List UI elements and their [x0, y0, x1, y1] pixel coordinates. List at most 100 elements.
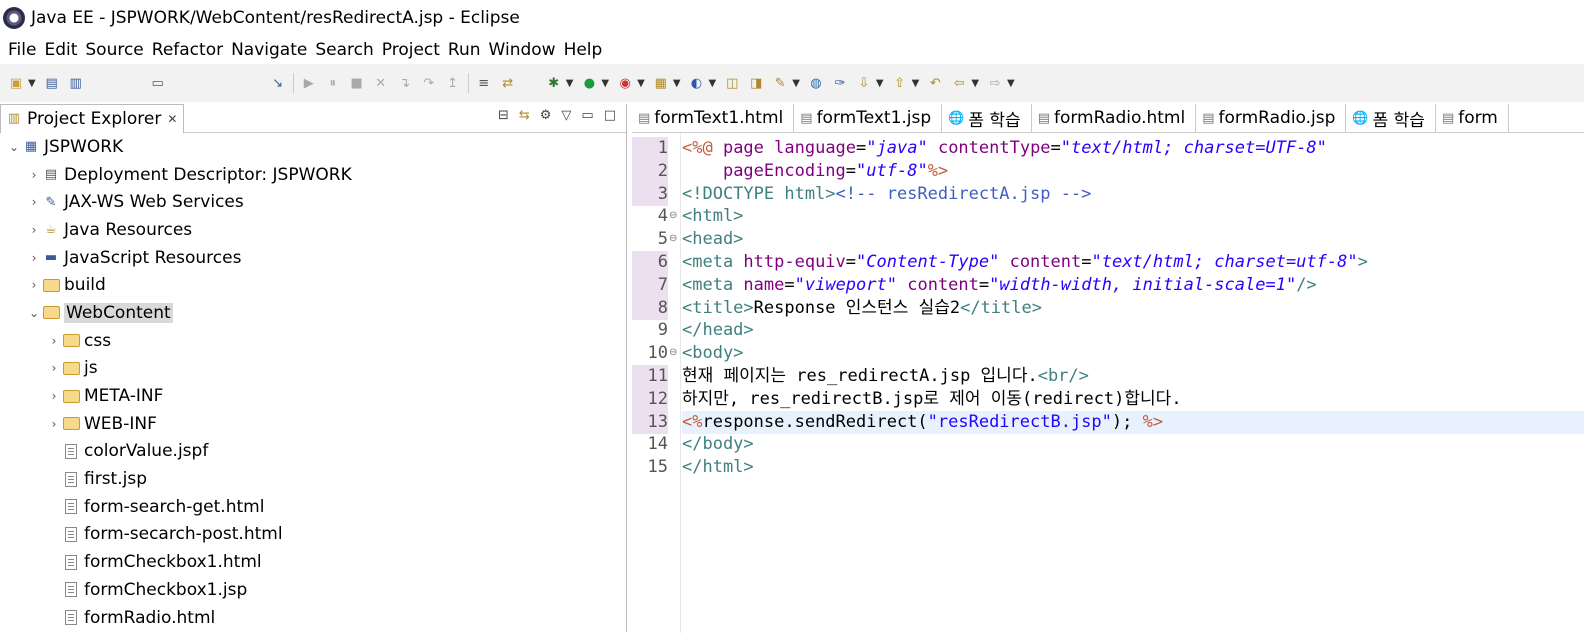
menu-edit[interactable]: Edit — [44, 40, 77, 60]
chevron-right-icon[interactable]: › — [26, 168, 42, 182]
new-dropdown-icon[interactable]: ▼ — [28, 78, 36, 89]
drop-to-frame-icon[interactable]: ⇄ — [498, 73, 518, 93]
filter-icon[interactable]: ⚙ — [540, 108, 552, 123]
debug-dropdown-icon[interactable]: ▼ — [566, 78, 574, 89]
chevron-right-icon[interactable]: › — [26, 223, 42, 237]
editor-tab[interactable]: 🌐 폼 학습 — [942, 104, 1032, 132]
tree-item[interactable]: › ▬ JavaScript Resources — [0, 244, 626, 272]
tree-item[interactable]: › ▤ Deployment Descriptor: JSPWORK — [0, 161, 626, 189]
chevron-down-icon[interactable]: ⌄ — [26, 306, 42, 320]
forward-dropdown-icon[interactable]: ▼ — [1007, 78, 1015, 89]
resume-icon[interactable]: ▶ — [299, 73, 319, 93]
chevron-right-icon[interactable]: › — [26, 251, 42, 265]
menu-window[interactable]: Window — [489, 40, 556, 60]
view-menu-icon[interactable]: ▽ — [561, 108, 571, 123]
tree-item[interactable]: › js — [0, 355, 626, 383]
maximize-icon[interactable]: □ — [604, 108, 616, 123]
menu-file[interactable]: File — [8, 40, 36, 60]
skip-breakpoints-icon[interactable]: ↘ — [268, 73, 288, 93]
step-over-icon[interactable]: ↷ — [419, 73, 439, 93]
tree-item[interactable]: form-secarch-post.html — [0, 521, 626, 549]
tree-item[interactable]: ⌄ ▦ JSPWORK — [0, 133, 626, 161]
prev-annotation-dropdown-icon[interactable]: ▼ — [912, 78, 920, 89]
editor-tab[interactable]: ▤ form — [1436, 104, 1509, 132]
prev-annotation-icon[interactable]: ⇧ — [890, 73, 910, 93]
fold-icon[interactable]: ⊖ — [669, 347, 677, 358]
run-dropdown-icon[interactable]: ▼ — [601, 78, 609, 89]
chevron-right-icon[interactable]: › — [46, 417, 62, 431]
step-return-icon[interactable]: ↥ — [443, 73, 463, 93]
fold-icon[interactable]: ⊖ — [669, 210, 677, 221]
tree-item[interactable]: first.jsp — [0, 465, 626, 493]
save-icon[interactable]: ▤ — [42, 73, 62, 93]
open-folder-icon[interactable]: ◨ — [746, 73, 766, 93]
editor-tab[interactable]: ▤ formText1.html — [632, 104, 795, 132]
tree-item[interactable]: form-search-get.html — [0, 493, 626, 521]
code-editor[interactable]: 1 2 3 4 ⊖ 5 ⊖ 6 7 8 9 10 ⊖ 11 12 13 14 15 <%@ page langua… — [632, 133, 1584, 633]
last-edit-icon[interactable]: ↶ — [925, 73, 945, 93]
back-icon[interactable]: ⇦ — [949, 73, 969, 93]
code-line: <!DOCTYPE html><!-- resRedirectA.jsp --> — [682, 183, 1091, 206]
editor-tab[interactable]: ▤ formRadio.html — [1032, 104, 1197, 132]
menu-refactor[interactable]: Refactor — [152, 40, 223, 60]
menu-run[interactable]: Run — [448, 40, 481, 60]
new-icon[interactable]: ▣ — [6, 73, 26, 93]
editor-tab[interactable]: ▤ formText1.jsp — [794, 104, 943, 132]
open-type-icon[interactable]: ◫ — [722, 73, 742, 93]
menu-help[interactable]: Help — [564, 40, 603, 60]
new-java-dropdown-icon[interactable]: ▼ — [673, 78, 681, 89]
fold-icon[interactable]: ⊖ — [669, 233, 677, 244]
tree-item[interactable]: formCheckbox1.html — [0, 548, 626, 576]
project-explorer-tab[interactable]: ▥ Project Explorer ✕ — [0, 103, 185, 133]
next-annotation-dropdown-icon[interactable]: ▼ — [876, 78, 884, 89]
chevron-right-icon[interactable]: › — [26, 278, 42, 292]
chevron-right-icon[interactable]: › — [46, 334, 62, 348]
editor-tab[interactable]: ▤ formRadio.jsp — [1196, 104, 1347, 132]
terminate-icon[interactable]: ■ — [347, 73, 367, 93]
tree-item[interactable]: › build — [0, 271, 626, 299]
disconnect-icon[interactable]: ✕ — [371, 73, 391, 93]
search-tool-icon[interactable]: ✎ — [770, 73, 790, 93]
next-annotation-icon[interactable]: ⇩ — [854, 73, 874, 93]
debug-icon[interactable]: ✱ — [544, 73, 564, 93]
menu-project[interactable]: Project — [382, 40, 440, 60]
menu-search[interactable]: Search — [315, 40, 373, 60]
tree-item[interactable]: formCheckbox1.jsp — [0, 576, 626, 604]
use-step-filters-icon[interactable]: ≡ — [474, 73, 494, 93]
run-icon[interactable]: ● — [579, 73, 599, 93]
chevron-down-icon[interactable]: ⌄ — [6, 140, 22, 154]
chevron-right-icon[interactable]: › — [46, 389, 62, 403]
tree-item[interactable]: › ✎ JAX-WS Web Services — [0, 188, 626, 216]
save-all-icon[interactable]: ▥ — [66, 73, 86, 93]
chevron-right-icon[interactable]: › — [46, 361, 62, 375]
suspend-icon[interactable]: ⏸ — [323, 73, 343, 93]
menu-source[interactable]: Source — [85, 40, 143, 60]
new-class-dropdown-icon[interactable]: ▼ — [709, 78, 717, 89]
open-console-icon[interactable]: ▭ — [148, 73, 168, 93]
minimize-icon[interactable]: ▭ — [581, 108, 593, 123]
annotation-icon[interactable]: ✑ — [830, 73, 850, 93]
web-browser-icon[interactable]: ◍ — [806, 73, 826, 93]
tree-item[interactable]: › ☕ Java Resources — [0, 216, 626, 244]
menu-navigate[interactable]: Navigate — [231, 40, 307, 60]
tree-item[interactable]: formRadio.html — [0, 604, 626, 632]
tree-item[interactable]: colorValue.jspf — [0, 438, 626, 466]
back-dropdown-icon[interactable]: ▼ — [971, 78, 979, 89]
close-icon[interactable]: ✕ — [167, 112, 177, 126]
tree-item[interactable]: › css — [0, 327, 626, 355]
forward-icon[interactable]: ⇨ — [985, 73, 1005, 93]
code-token: %> — [927, 160, 949, 181]
step-into-icon[interactable]: ↴ — [395, 73, 415, 93]
chevron-right-icon[interactable]: › — [26, 195, 42, 209]
tree-item[interactable]: › META-INF — [0, 382, 626, 410]
new-java-project-icon[interactable]: ▦ — [651, 73, 671, 93]
run-server-dropdown-icon[interactable]: ▼ — [637, 78, 645, 89]
run-server-icon[interactable]: ◉ — [615, 73, 635, 93]
link-editor-icon[interactable]: ⇆ — [519, 108, 530, 123]
tree-item[interactable]: › WEB-INF — [0, 410, 626, 438]
tree-item[interactable]: ⌄ WebContent — [0, 299, 626, 327]
collapse-all-icon[interactable]: ⊟ — [498, 108, 509, 123]
new-class-icon[interactable]: ◐ — [687, 73, 707, 93]
editor-tab[interactable]: 🌐 폼 학습 — [1346, 104, 1436, 132]
search-tool-dropdown-icon[interactable]: ▼ — [792, 78, 800, 89]
